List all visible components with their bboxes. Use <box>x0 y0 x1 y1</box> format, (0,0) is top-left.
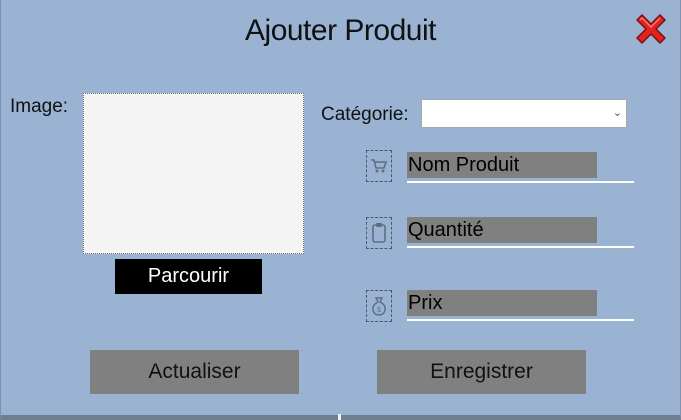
product-name-field[interactable]: Nom Produit <box>407 152 597 178</box>
quantity-field[interactable]: Quantité <box>407 217 597 243</box>
close-icon[interactable] <box>633 11 669 47</box>
money-bag-icon: $ <box>366 290 392 322</box>
cart-icon <box>366 150 392 182</box>
refresh-button[interactable]: Actualiser <box>90 350 299 394</box>
resize-marker <box>338 414 341 420</box>
category-label: Catégorie: <box>321 104 409 125</box>
clipboard-icon <box>366 217 392 249</box>
quantity-underline <box>407 246 634 248</box>
browse-button[interactable]: Parcourir <box>115 259 262 294</box>
product-image-preview <box>83 93 304 254</box>
svg-text:$: $ <box>376 305 381 314</box>
page-title: Ajouter Produit <box>245 14 436 47</box>
save-button[interactable]: Enregistrer <box>377 350 586 394</box>
product-name-underline <box>407 181 634 183</box>
price-field[interactable]: Prix <box>407 290 597 316</box>
price-underline <box>407 319 634 321</box>
category-select[interactable]: ⌄ <box>421 99 627 128</box>
image-label: Image: <box>10 96 69 117</box>
chevron-down-icon: ⌄ <box>612 107 622 119</box>
